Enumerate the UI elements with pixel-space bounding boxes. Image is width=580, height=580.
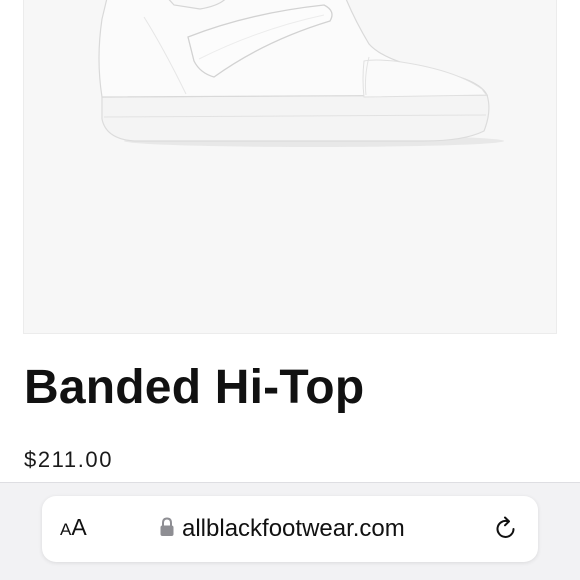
- text-size-small-label: A: [60, 520, 72, 539]
- product-image[interactable]: [23, 0, 557, 334]
- product-price: $211.00: [24, 447, 114, 472]
- url-text: allblackfootwear.com: [182, 515, 405, 542]
- reload-icon: [493, 516, 519, 546]
- text-size-button[interactable]: AA: [60, 514, 100, 544]
- lock-icon: [160, 516, 174, 542]
- address-bar[interactable]: AA allblackfootwear.com: [42, 496, 538, 562]
- url-field[interactable]: allblackfootwear.com: [160, 512, 405, 546]
- product-page: Banded Hi-Top $211.00 AA allblackfootwea…: [0, 0, 580, 580]
- sneaker-image: [98, 0, 504, 147]
- text-size-large-label: A: [71, 514, 87, 540]
- product-title: Banded Hi-Top: [24, 361, 365, 414]
- reload-button[interactable]: [493, 516, 519, 542]
- browser-toolbar: AA allblackfootwear.com: [0, 482, 580, 580]
